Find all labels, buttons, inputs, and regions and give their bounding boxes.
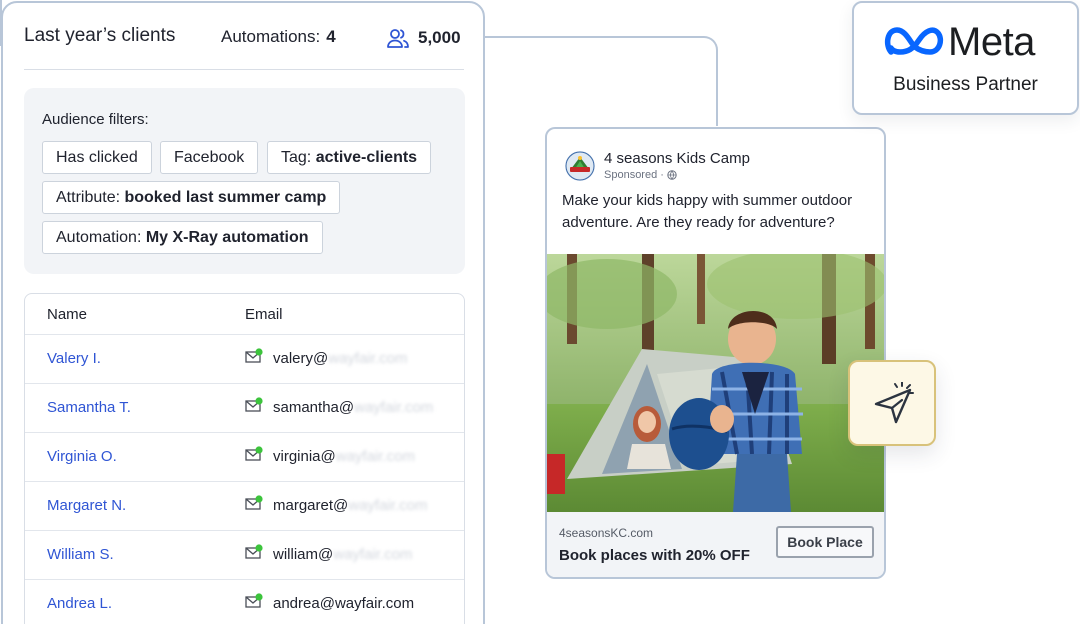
table-row[interactable]: Valery I. valery@wayfair.com (25, 334, 464, 383)
chip-label: Has clicked (56, 149, 138, 166)
audience-count: 5,000 (418, 28, 461, 47)
chip-label: Facebook (174, 149, 245, 166)
table-row[interactable]: Margaret N. margaret@wayfair.com (25, 481, 464, 530)
email-domain: wayfair.com (348, 497, 428, 514)
filter-chip-tag[interactable]: Tag: active-clients (267, 141, 432, 174)
chip-label: Tag: (281, 149, 316, 166)
panel-title: Last year’s clients (24, 25, 176, 46)
header-divider (24, 69, 464, 70)
email-domain: wayfair.com (333, 546, 413, 563)
ad-image-boy-with-tent (547, 254, 884, 512)
email-domain: wayfair.com (354, 399, 434, 416)
client-name-link[interactable]: Samantha T. (47, 399, 131, 416)
chip-value: active-clients (315, 149, 418, 166)
ad-sponsored: Sponsored · (604, 169, 677, 181)
filter-chip-automation[interactable]: Automation: My X-Ray automation (42, 221, 323, 254)
automations-count: 4 (326, 27, 336, 46)
filter-chip-facebook[interactable]: Facebook (160, 141, 259, 174)
ad-domain: 4seasonsKC.com (559, 526, 654, 540)
filter-chip-has-clicked[interactable]: Has clicked (42, 141, 152, 174)
client-email: valery@wayfair.com (273, 350, 407, 367)
mail-icon (245, 397, 263, 412)
chip-value: booked last summer camp (124, 189, 327, 206)
mail-icon (245, 348, 263, 363)
online-status-dot (255, 593, 263, 601)
table-row[interactable]: Samantha T. samantha@wayfair.com (25, 383, 464, 432)
online-status-dot (255, 397, 263, 405)
email-user: virginia@ (273, 448, 336, 465)
audience-filters: Audience filters: Has clicked Facebook T… (24, 88, 465, 274)
ad-page-name[interactable]: 4 seasons Kids Camp (604, 150, 750, 167)
email-user: andrea@ (273, 595, 335, 612)
online-status-dot (255, 348, 263, 356)
client-email: samantha@wayfair.com (273, 399, 433, 416)
globe-icon (667, 170, 677, 180)
email-user: margaret@ (273, 497, 349, 514)
mail-icon (245, 495, 263, 510)
chip-label: Attribute: (56, 189, 125, 206)
ad-footer: 4seasonsKC.com Book places with 20% OFF … (547, 512, 884, 577)
table-row[interactable]: Andrea L. andrea@wayfair.com (25, 579, 464, 624)
chip-label: Automation: (56, 229, 146, 246)
table-row[interactable]: William S. william@wayfair.com (25, 530, 464, 579)
sponsored-label: Sponsored · (604, 169, 664, 181)
panel-header: Last year’s clients Automations: 4 5,000 (24, 25, 464, 55)
client-name-link[interactable]: Andrea L. (47, 595, 112, 612)
client-email: andrea@wayfair.com (273, 595, 414, 612)
cursor-click-icon (874, 382, 914, 424)
filter-chip-attribute[interactable]: Attribute: booked last summer camp (42, 181, 341, 214)
ad-primary-text: Make your kids happy with summer outdoor… (562, 192, 853, 231)
email-domain: wayfair.com (328, 350, 408, 367)
client-name-link[interactable]: William S. (47, 546, 114, 563)
client-name-link[interactable]: Margaret N. (47, 497, 126, 514)
automations-label: Automations: (221, 27, 321, 46)
email-user: william@ (273, 546, 334, 563)
email-domain: wayfair.com (335, 448, 415, 465)
facebook-ad-preview: 4 seasons Kids Camp Sponsored · Make you… (545, 127, 886, 579)
chip-value: My X-Ray automation (145, 229, 309, 246)
camp-logo-icon (565, 151, 595, 181)
connector-line (484, 36, 718, 126)
mail-icon (245, 446, 263, 461)
client-email: margaret@wayfair.com (273, 497, 427, 514)
column-header-email: Email (245, 306, 283, 323)
mail-icon (245, 544, 263, 559)
online-status-dot (255, 446, 263, 454)
users-icon (387, 29, 409, 48)
mail-icon (245, 593, 263, 608)
automations-summary: Automations: 4 (221, 27, 336, 47)
column-header-name: Name (47, 306, 88, 323)
online-status-dot (255, 544, 263, 552)
filters-label: Audience filters: (42, 111, 149, 128)
ad-headline: Book places with 20% OFF (559, 547, 750, 564)
table-row[interactable]: Virginia O. virginia@wayfair.com (25, 432, 464, 481)
click-indicator (848, 360, 936, 446)
meta-subtitle: Business Partner (893, 74, 1038, 95)
audience-size: 5,000 (386, 27, 461, 49)
clients-panel: Last year’s clients Automations: 4 5,000 … (1, 1, 485, 624)
online-status-dot (255, 495, 263, 503)
client-email: virginia@wayfair.com (273, 448, 415, 465)
book-place-button[interactable]: Book Place (776, 526, 874, 558)
client-name-link[interactable]: Valery I. (47, 350, 101, 367)
email-user: samantha@ (273, 399, 355, 416)
email-user: valery@ (273, 350, 329, 367)
clients-table: Name Email Valery I. valery@wayfair.com Sa… (24, 293, 465, 624)
client-email: william@wayfair.com (273, 546, 412, 563)
meta-business-partner-badge: Meta Business Partner (852, 1, 1079, 115)
client-name-link[interactable]: Virginia O. (47, 448, 117, 465)
meta-logo-icon (884, 27, 944, 55)
meta-wordmark: Meta (948, 20, 1035, 64)
email-domain: wayfair.com (334, 595, 415, 612)
